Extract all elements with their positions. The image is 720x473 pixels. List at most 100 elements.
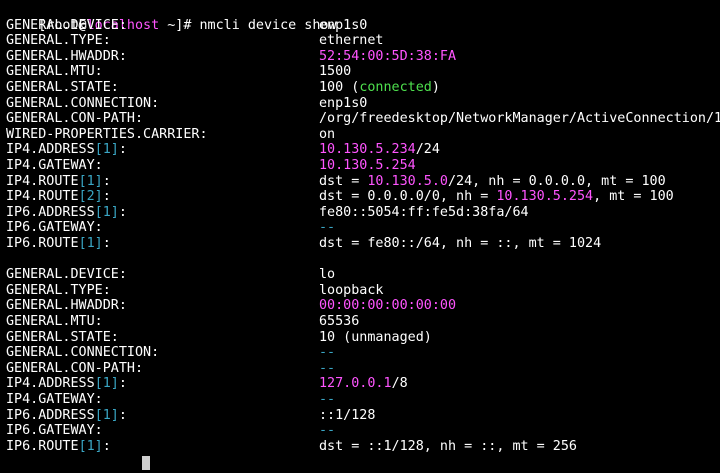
text-segment: ethernet [319,33,384,49]
text-segment: , mt = 100 [593,189,674,205]
property-value: 00:00:00:00:00:00 [319,298,456,314]
property-key: GENERAL.DEVICE: [6,18,127,34]
property-value: 10 (unmanaged) [319,330,432,346]
property-key: IP4.ROUTE[2]: [6,189,111,205]
text-segment: IP6.ROUTE [6,236,79,251]
property-value: 65536 [319,314,359,330]
property-value: 10.130.5.254 [319,158,416,174]
property-value: dst = 10.130.5.0/24, nh = 0.0.0.0, mt = … [319,174,666,190]
text-segment: enp1s0 [319,17,368,33]
property-value: on [319,127,335,143]
text-segment: IP6.ADDRESS [6,407,95,423]
text-segment: GENERAL.CONNECTION: [6,95,160,111]
text-segment: [1] [78,236,103,251]
property-key: WIRED-PROPERTIES.CARRIER: [6,127,208,143]
text-segment: -- [319,345,336,361]
text-segment: IP6.GATEWAY: [6,423,103,439]
text-segment: IP4.ROUTE [6,189,79,205]
property-key: GENERAL.HWADDR: [6,298,127,314]
text-segment: [1] [78,173,103,189]
property-key: IP4.GATEWAY: [6,392,103,408]
command-text: nmcli device show [199,18,337,33]
property-value: 10.130.5.234/24 [319,142,440,158]
terminal-window[interactable]: [root@localhost ~]# nmcli device show GE… [6,2,720,471]
property-value: enp1s0 [319,96,367,112]
property-key: GENERAL.STATE: [6,330,119,346]
property-key: GENERAL.CONNECTION: [6,345,159,361]
text-segment: GENERAL.DEVICE: [6,267,127,283]
text-segment: 100 ( [319,80,360,95]
text-segment: : [102,173,111,189]
property-value: dst = 0.0.0.0/0, nh = 10.130.5.254, mt =… [319,189,674,205]
text-segment: GENERAL.MTU: [6,314,103,329]
text-segment: IP4.ROUTE [6,173,79,189]
property-key: IP6.ADDRESS[1]: [6,205,127,221]
text-segment: : [118,407,127,423]
text-segment: [1] [78,438,103,454]
text-segment: [1] [94,204,119,220]
property-value: -- [319,423,335,439]
text-segment: : [102,438,111,454]
text-segment: -- [319,423,336,439]
text-segment: ) [431,80,440,95]
property-value: -- [319,220,335,236]
property-value: -- [319,392,335,408]
property-key: IP6.ADDRESS[1]: [6,408,127,424]
text-segment: IP6.ROUTE [6,438,79,454]
text-segment: 65536 [319,314,360,329]
prompt-rest: ~]# [159,18,200,33]
text-segment: IP4.GATEWAY: [6,158,103,173]
text-segment: 1500 [319,64,352,80]
text-segment: 10.130.5.254 [319,158,416,173]
text-segment: GENERAL.TYPE: [6,33,111,49]
text-segment: 10 (unmanaged) [319,329,432,345]
text-segment: : [118,204,127,220]
text-segment: IP6.GATEWAY: [6,220,103,236]
text-segment: GENERAL.HWADDR: [6,298,127,314]
text-segment: [1] [94,142,119,158]
text-segment: GENERAL.CONNECTION: [6,345,160,361]
text-segment: on [319,126,336,142]
text-segment: 52:54:00:5D:38:FA [319,48,457,64]
text-segment: : [102,236,111,251]
text-segment: 00:00:00:00:00:00 [319,298,457,314]
text-segment: loopback [319,282,384,298]
text-segment: dst = 0.0.0.0/0, nh = [319,189,497,205]
text-segment: fe80::5054:ff:fe5d:38fa/64 [319,204,529,220]
property-value: /org/freedesktop/NetworkManager/ActiveCo… [319,111,720,127]
property-key: GENERAL.MTU: [6,314,103,330]
property-key: IP6.GATEWAY: [6,220,103,236]
property-value: 100 (connected) [319,80,440,96]
text-segment: -- [319,392,336,407]
property-key: GENERAL.STATE: [6,80,119,96]
property-key: GENERAL.MTU: [6,64,103,80]
property-value: dst = fe80::/64, nh = ::, mt = 1024 [319,236,601,252]
property-value: enp1s0 [319,18,367,34]
terminal-cursor [142,456,150,471]
text-segment: enp1s0 [319,95,368,111]
text-segment: : [118,376,127,392]
text-segment: IP6.ADDRESS [6,204,95,220]
text-segment: WIRED-PROPERTIES.CARRIER: [6,126,208,142]
text-segment: [1] [94,407,119,423]
text-segment: -- [319,360,336,376]
text-segment: GENERAL.MTU: [6,64,103,80]
property-key: IP6.ROUTE[1]: [6,236,111,252]
text-segment: [1] [94,376,119,392]
property-key: GENERAL.CON-PATH: [6,361,143,377]
text-segment: GENERAL.TYPE: [6,282,111,298]
text-segment: -- [319,220,336,236]
text-segment: 127.0.0.1 [319,376,392,392]
text-segment: GENERAL.HWADDR: [6,48,127,64]
text-segment: /org/freedesktop/NetworkManager/ActiveCo… [319,111,720,127]
text-segment: connected [359,80,432,95]
property-value: dst = ::1/128, nh = ::, mt = 256 [319,439,577,455]
text-segment: 10.130.5.234 [319,142,416,158]
property-value: 1500 [319,64,351,80]
property-key: GENERAL.CON-PATH: [6,111,143,127]
text-segment: GENERAL.CON-PATH: [6,111,144,127]
text-segment: [2] [78,189,103,205]
text-segment: GENERAL.STATE: [6,329,119,345]
property-key: GENERAL.TYPE: [6,33,111,49]
command-prompt-line: [root@localhost ~]# nmcli device show [6,2,336,33]
